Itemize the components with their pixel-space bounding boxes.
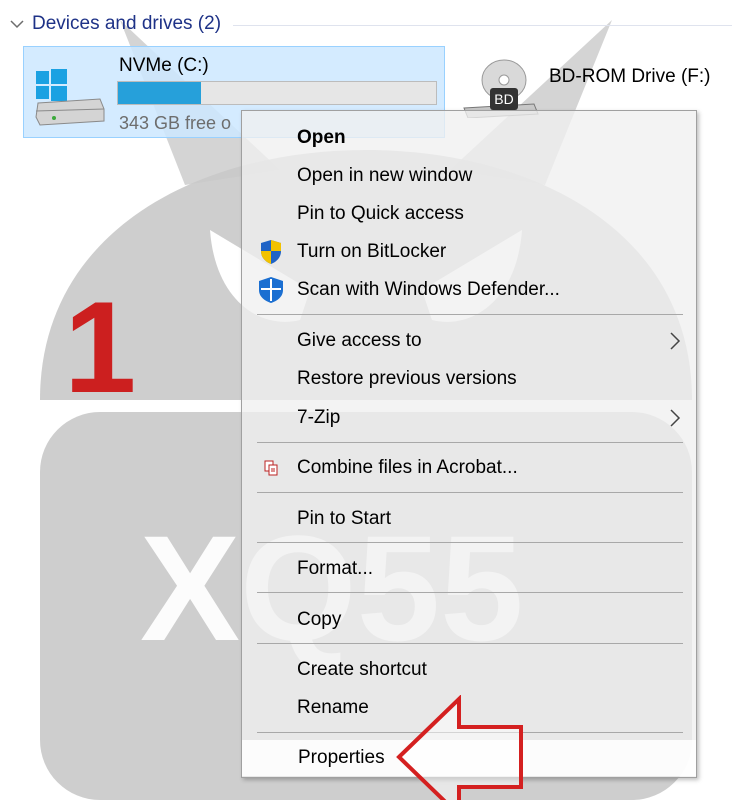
menu-item-label: Open <box>297 127 346 148</box>
menu-item-pin-quick-access[interactable]: Pin to Quick access <box>242 196 696 232</box>
chevron-right-icon <box>670 409 681 427</box>
red-arrow-annotation <box>396 695 523 800</box>
drive-free-space: 343 GB free o <box>119 113 232 133</box>
drive-name: BD-ROM Drive (F:) <box>549 66 711 87</box>
section-divider <box>233 24 732 26</box>
menu-item-label: Rename <box>297 697 369 718</box>
menu-item-give-access[interactable]: Give access to <box>242 323 696 359</box>
menu-item-create-shortcut[interactable]: Create shortcut <box>242 652 696 688</box>
windows-defender-icon <box>256 276 286 304</box>
uac-shield-icon <box>256 238 286 266</box>
drive-usage-fill <box>118 82 201 104</box>
menu-item-label: Give access to <box>297 330 422 351</box>
menu-item-label: Pin to Quick access <box>297 203 464 224</box>
menu-item-combine-acrobat[interactable]: Combine files in Acrobat... <box>242 450 696 486</box>
menu-separator <box>257 542 683 543</box>
drive-usage-bar <box>117 81 437 105</box>
bd-rom-drive-icon: BD <box>463 59 539 118</box>
menu-item-label: Scan with Windows Defender... <box>297 279 560 300</box>
menu-separator <box>257 492 683 493</box>
menu-item-label: Pin to Start <box>297 508 391 529</box>
context-menu[interactable]: Open Open in new window Pin to Quick acc… <box>241 110 697 778</box>
step-number-label: 1 <box>64 274 137 420</box>
menu-item-label: 7-Zip <box>297 407 341 428</box>
menu-item-format[interactable]: Format... <box>242 551 696 587</box>
chevron-right-icon <box>670 332 681 350</box>
menu-item-label: Open in new window <box>297 165 473 186</box>
menu-item-label: Turn on BitLocker <box>297 241 447 262</box>
devices-and-drives-header[interactable]: Devices and drives (2) <box>8 10 732 38</box>
menu-item-7zip[interactable]: 7-Zip <box>242 400 696 436</box>
chevron-down-icon[interactable] <box>8 15 26 33</box>
hard-drive-windows-icon <box>35 69 105 126</box>
menu-item-restore-versions[interactable]: Restore previous versions <box>242 361 696 397</box>
menu-separator <box>257 643 683 644</box>
menu-item-label: Copy <box>297 609 342 630</box>
menu-item-label: Properties <box>298 747 385 768</box>
menu-item-label: Restore previous versions <box>297 368 517 389</box>
menu-item-label: Format... <box>297 558 374 579</box>
menu-item-pin-to-start[interactable]: Pin to Start <box>242 501 696 537</box>
drive-name: NVMe (C:) <box>119 55 209 76</box>
menu-item-open[interactable]: Open <box>242 120 696 156</box>
menu-item-scan-defender[interactable]: Scan with Windows Defender... <box>242 272 696 308</box>
menu-item-label: Combine files in Acrobat... <box>297 457 518 478</box>
menu-item-label: Create shortcut <box>297 659 427 680</box>
menu-item-turn-on-bitlocker[interactable]: Turn on BitLocker <box>242 234 696 270</box>
menu-separator <box>257 592 683 593</box>
menu-separator <box>257 442 683 443</box>
menu-item-copy[interactable]: Copy <box>242 602 696 638</box>
menu-item-open-new-window[interactable]: Open in new window <box>242 158 696 194</box>
bd-badge: BD <box>494 91 513 107</box>
section-title: Devices and drives (2) <box>32 13 222 34</box>
menu-separator <box>257 314 683 315</box>
acrobat-combine-icon <box>256 454 286 482</box>
